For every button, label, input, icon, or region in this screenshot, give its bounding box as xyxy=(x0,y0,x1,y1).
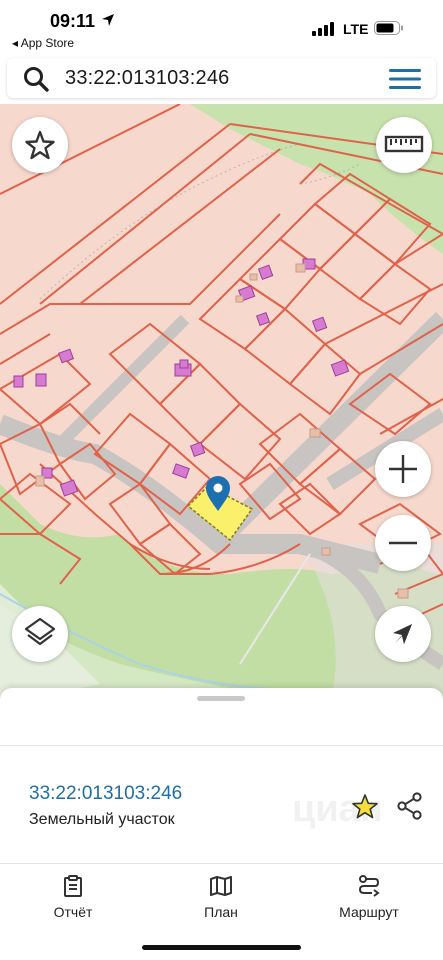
battery-icon xyxy=(374,21,403,35)
location-arrow-icon xyxy=(393,624,412,644)
search-icon[interactable] xyxy=(23,66,49,92)
zoom-in-button[interactable] xyxy=(375,441,431,497)
sheet-grabber[interactable] xyxy=(197,696,245,701)
location-services-icon xyxy=(102,14,114,26)
parcel-type: Земельный участок xyxy=(29,811,175,828)
cadastral-map[interactable] xyxy=(0,104,443,704)
search-bar[interactable]: 33:22:013103:246 xyxy=(7,58,436,98)
share-icon[interactable] xyxy=(395,791,425,821)
back-to-app-store[interactable]: ◂ App Store xyxy=(12,36,74,50)
tab-report[interactable]: Отчёт xyxy=(18,874,128,926)
parcel-number: 33:22:013103:246 xyxy=(29,783,183,804)
plus-icon xyxy=(389,455,417,483)
network-type: LTE xyxy=(343,21,369,37)
status-bar: 09:11 ◂ App Store LTE xyxy=(0,0,443,56)
tab-label: Отчёт xyxy=(53,904,93,920)
menu-icon[interactable] xyxy=(389,68,421,90)
tab-route[interactable]: Маршрут xyxy=(314,874,424,926)
ruler-button[interactable] xyxy=(376,117,432,173)
minus-icon xyxy=(389,541,417,545)
ruler-icon xyxy=(384,135,424,153)
layers-button[interactable] xyxy=(12,606,68,662)
star-icon xyxy=(25,130,55,160)
map-icon xyxy=(210,876,232,896)
status-time: 09:11 xyxy=(50,11,96,31)
locate-me-button[interactable] xyxy=(375,606,431,662)
cell-signal-icon xyxy=(312,22,334,36)
tab-label: Маршрут xyxy=(339,904,399,920)
tab-plan[interactable]: План xyxy=(166,874,276,926)
search-query[interactable]: 33:22:013103:246 xyxy=(65,67,229,90)
favorite-button[interactable] xyxy=(12,117,68,173)
home-indicator[interactable] xyxy=(142,945,301,950)
divider xyxy=(0,745,443,746)
clipboard-icon xyxy=(64,875,82,897)
favorite-star-icon[interactable] xyxy=(350,792,380,822)
tab-label: План xyxy=(204,904,238,920)
parcel-info-sheet[interactable]: 33:22:013103:246 Земельный участок циан … xyxy=(0,688,443,960)
layers-icon xyxy=(24,617,56,646)
route-icon xyxy=(358,875,380,897)
zoom-out-button[interactable] xyxy=(375,515,431,571)
divider xyxy=(0,863,443,864)
